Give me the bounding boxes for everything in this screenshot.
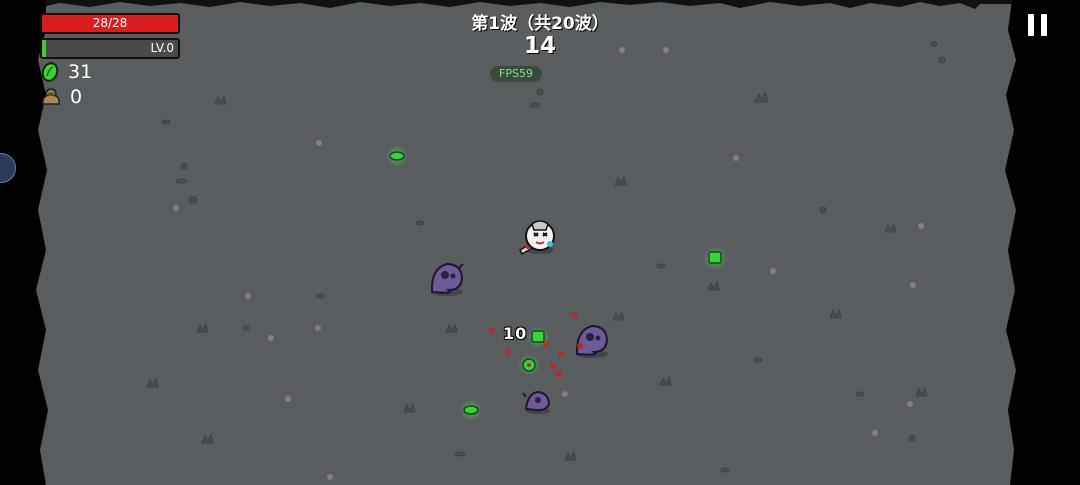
bag-count: 0 [70,86,83,108]
pause-button[interactable] [1028,14,1048,36]
pause-icon [1028,14,1034,36]
material-drop [703,246,727,270]
material-drop [386,145,408,167]
wave-title: 第1波（共20波） [471,14,609,34]
material-drop [527,326,549,348]
material-drop [460,399,482,421]
materials-counter: 31 [40,61,92,83]
game-screen[interactable]: 28/28 LV.0 31 0 第1波（共20波） 14 FPS59 10 [0,0,1080,485]
damage-number: 10 [503,324,528,343]
bag-counter: 0 [40,86,82,108]
materials-count: 31 [68,61,93,83]
wave-timer: 14 [523,33,556,59]
loot-bag-icon [42,88,60,105]
fps-counter: FPS59 [490,66,542,82]
material-drop [518,354,540,376]
green-material-icon [41,62,59,82]
pause-icon-bar [1041,14,1047,36]
